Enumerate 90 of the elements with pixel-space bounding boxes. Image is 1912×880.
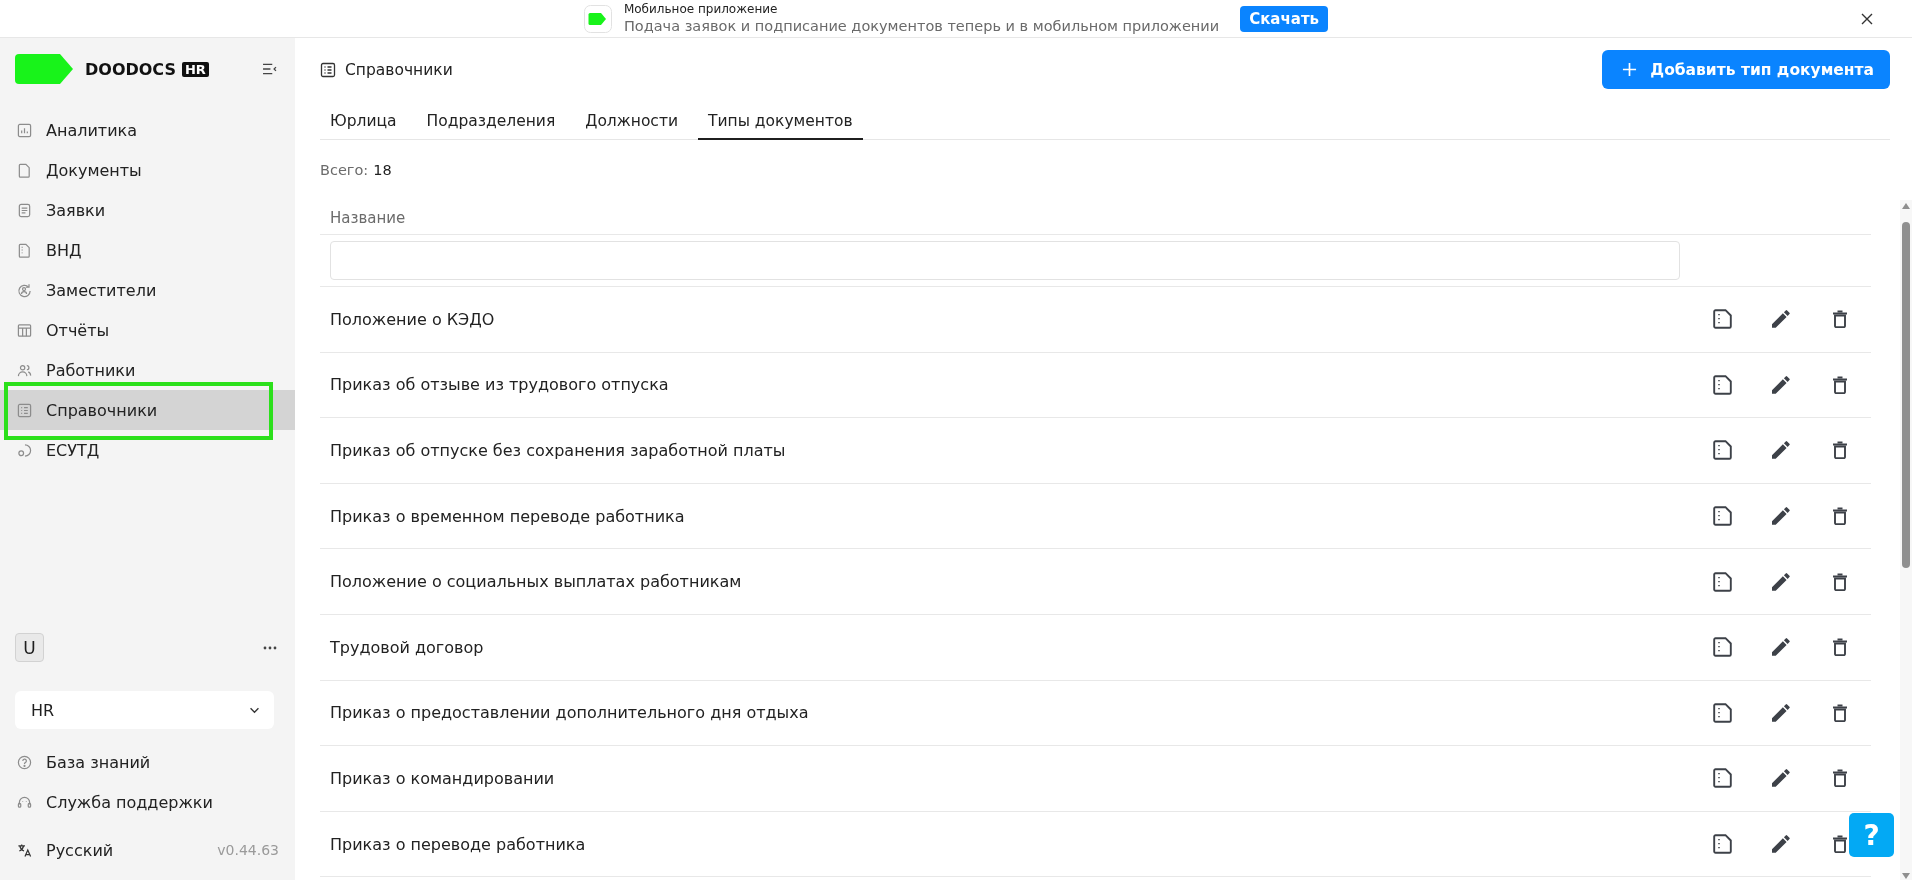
file-dotted-icon bbox=[17, 242, 32, 258]
nav-item[interactable]: Работники bbox=[0, 350, 295, 390]
file-lines-icon bbox=[17, 202, 32, 218]
nav-item[interactable]: Документы bbox=[0, 150, 295, 190]
trash-icon[interactable] bbox=[1833, 507, 1847, 526]
app-icon bbox=[583, 4, 612, 33]
download-button[interactable]: Скачать bbox=[1240, 5, 1329, 32]
chevron-down-icon bbox=[249, 706, 260, 714]
nav-item[interactable]: ЕСУТД bbox=[0, 430, 295, 470]
caret-up-icon[interactable] bbox=[1902, 203, 1910, 209]
list-icon bbox=[17, 402, 32, 418]
caret-down-icon[interactable] bbox=[1902, 873, 1910, 879]
trash-icon[interactable] bbox=[1833, 375, 1847, 394]
bar-chart-icon bbox=[17, 122, 32, 138]
people-icon bbox=[17, 362, 32, 378]
table-icon bbox=[17, 322, 32, 338]
pencil-icon[interactable] bbox=[1772, 703, 1790, 722]
document-icon[interactable] bbox=[1712, 309, 1732, 330]
tab[interactable]: Типы документов bbox=[698, 103, 863, 140]
banner-text: Подача заявок и подписание документов теперь и в мобильном приложении bbox=[623, 17, 1220, 35]
collapse-sidebar-icon[interactable] bbox=[262, 63, 277, 75]
pencil-icon[interactable] bbox=[1772, 507, 1790, 526]
document-icon[interactable] bbox=[1712, 374, 1732, 395]
tab[interactable]: Юрлица bbox=[320, 103, 407, 140]
workspace-select[interactable]: HR bbox=[15, 691, 274, 729]
document-icon[interactable] bbox=[1712, 440, 1732, 461]
pencil-icon[interactable] bbox=[1772, 441, 1790, 460]
document-icon[interactable] bbox=[1712, 506, 1732, 527]
nav-item[interactable]: Аналитика bbox=[0, 110, 295, 150]
tab[interactable]: Подразделения bbox=[416, 103, 566, 140]
trash-icon[interactable] bbox=[1833, 769, 1847, 788]
document-icon[interactable] bbox=[1712, 834, 1732, 855]
list-icon bbox=[320, 61, 336, 78]
column-header: Название bbox=[330, 208, 406, 227]
pencil-icon[interactable] bbox=[1772, 835, 1790, 854]
trash-icon[interactable] bbox=[1833, 441, 1847, 460]
filter-input[interactable] bbox=[330, 241, 1680, 280]
translate-icon bbox=[17, 842, 32, 858]
help-icon bbox=[17, 754, 32, 770]
document-icon[interactable] bbox=[1712, 637, 1732, 658]
trash-icon[interactable] bbox=[1833, 638, 1847, 657]
nav-item[interactable]: Отчёты bbox=[0, 310, 295, 350]
total-label: Всего: bbox=[320, 161, 369, 180]
trash-icon[interactable] bbox=[1833, 835, 1847, 854]
sidebar-link[interactable]: База знаний bbox=[15, 742, 279, 782]
document-icon[interactable] bbox=[1712, 768, 1732, 789]
nav-item[interactable]: Заместители bbox=[0, 270, 295, 310]
page-title: Справочники bbox=[345, 60, 453, 79]
plus-icon bbox=[1622, 62, 1638, 77]
nav-item[interactable]: Заявки bbox=[0, 190, 295, 230]
logo-icon bbox=[15, 54, 73, 84]
table-cell: Приказ о командировании bbox=[330, 768, 555, 788]
document-icon bbox=[17, 162, 32, 178]
pencil-icon[interactable] bbox=[1772, 310, 1790, 329]
document-icon[interactable] bbox=[1712, 702, 1732, 723]
brand-badge: HR bbox=[181, 61, 209, 77]
pencil-icon[interactable] bbox=[1772, 572, 1790, 591]
more-icon[interactable] bbox=[263, 645, 277, 650]
nav-item[interactable]: Справочники bbox=[0, 390, 295, 430]
add-document-type-button[interactable]: Добавить тип документа bbox=[1602, 50, 1890, 89]
pencil-icon[interactable] bbox=[1772, 638, 1790, 657]
person-cycle-icon bbox=[17, 282, 32, 298]
brand-name: DOODOCS bbox=[85, 59, 176, 79]
sidebar-link[interactable]: Служба поддержки bbox=[15, 782, 279, 822]
scrollbar-thumb[interactable] bbox=[1902, 222, 1910, 568]
pencil-icon[interactable] bbox=[1772, 375, 1790, 394]
trash-icon[interactable] bbox=[1833, 572, 1847, 591]
table-cell: Приказ о переводе работника bbox=[330, 834, 586, 854]
table-cell: Трудовой договор bbox=[330, 637, 484, 657]
headset-icon bbox=[17, 794, 32, 810]
document-icon[interactable] bbox=[1712, 571, 1732, 592]
arc-icon bbox=[17, 442, 32, 458]
scrollbar[interactable] bbox=[1900, 200, 1912, 880]
trash-icon[interactable] bbox=[1833, 703, 1847, 722]
table-cell: Приказ о временном переводе работника bbox=[330, 506, 685, 526]
nav-item[interactable]: ВНД bbox=[0, 230, 295, 270]
table-cell: Положение о социальных выплатах работникам bbox=[330, 572, 742, 592]
trash-icon[interactable] bbox=[1833, 310, 1847, 329]
close-icon[interactable] bbox=[1861, 12, 1873, 25]
table-cell: Положение о КЭДО bbox=[330, 309, 495, 329]
table-cell: Приказ об отпуске без сохранения заработной платы bbox=[330, 441, 786, 460]
user-avatar[interactable]: U bbox=[15, 633, 44, 662]
tab[interactable]: Должности bbox=[575, 103, 688, 140]
version-label: v0.44.63 bbox=[217, 842, 279, 858]
pencil-icon[interactable] bbox=[1772, 769, 1790, 788]
language-switcher[interactable]: Русский bbox=[15, 830, 114, 870]
total-count: 18 bbox=[373, 161, 392, 180]
table-cell: Приказ об отзыве из трудового отпуска bbox=[330, 375, 669, 395]
table-cell: Приказ о предоставлении дополнительного дня отдыха bbox=[330, 703, 809, 723]
banner-title: Мобильное приложение bbox=[623, 2, 778, 17]
